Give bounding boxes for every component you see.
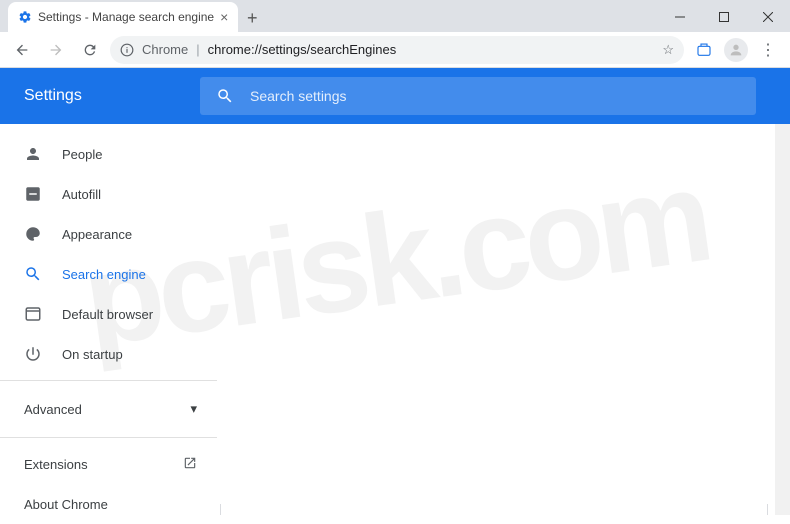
sidebar-label: Autofill <box>62 187 101 202</box>
divider <box>0 380 217 381</box>
url-host: Chrome <box>142 42 188 57</box>
external-link-icon <box>183 456 197 473</box>
chevron-down-icon: ▾ <box>190 401 197 417</box>
sidebar-label: Search engine <box>62 267 146 282</box>
extensions-label: Extensions <box>24 457 88 472</box>
sidebar-item-on-startup[interactable]: On startup <box>0 334 217 374</box>
sidebar-label: People <box>62 147 102 162</box>
menu-icon[interactable]: ⋮ <box>754 36 782 64</box>
sidebar-advanced[interactable]: Advanced ▾ <box>0 387 217 431</box>
autofill-icon <box>24 185 42 203</box>
sidebar-label: On startup <box>62 347 123 362</box>
divider <box>0 437 217 438</box>
page-title: Settings <box>24 87 200 105</box>
sidebar: People Autofill Appearance Search engine… <box>0 124 218 515</box>
tab-title: Settings - Manage search engine <box>38 10 214 24</box>
gear-icon <box>18 10 32 24</box>
search-settings-box[interactable] <box>200 77 756 115</box>
advanced-label: Advanced <box>24 402 82 417</box>
info-icon <box>120 43 134 57</box>
person-icon <box>24 145 42 163</box>
sidebar-item-people[interactable]: People <box>0 134 217 174</box>
about-label: About Chrome <box>24 497 108 512</box>
sidebar-item-appearance[interactable]: Appearance <box>0 214 217 254</box>
maximize-button[interactable] <box>702 2 746 32</box>
avatar[interactable] <box>724 38 748 62</box>
reload-button[interactable] <box>76 36 104 64</box>
extension-icon[interactable] <box>690 36 718 64</box>
browser-icon <box>24 305 42 323</box>
star-icon[interactable]: ☆ <box>662 42 674 58</box>
palette-icon <box>24 225 42 243</box>
search-icon <box>216 87 234 105</box>
sidebar-item-autofill[interactable]: Autofill <box>0 174 217 214</box>
content: Default search engines Search engine Key… <box>218 124 790 515</box>
close-window-button[interactable] <box>746 2 790 32</box>
titlebar: Settings - Manage search engine × + <box>0 0 790 32</box>
close-icon[interactable]: × <box>220 10 228 24</box>
sidebar-item-default-browser[interactable]: Default browser <box>0 294 217 334</box>
url-path: chrome://settings/searchEngines <box>208 42 397 57</box>
sidebar-extensions[interactable]: Extensions <box>0 444 217 484</box>
toolbar: Chrome | chrome://settings/searchEngines… <box>0 32 790 68</box>
power-icon <box>24 345 42 363</box>
sidebar-label: Default browser <box>62 307 153 322</box>
omnibox[interactable]: Chrome | chrome://settings/searchEngines… <box>110 36 684 64</box>
sidebar-about[interactable]: About Chrome <box>0 484 217 524</box>
minimize-button[interactable] <box>658 2 702 32</box>
sidebar-item-search-engine[interactable]: Search engine <box>0 254 217 294</box>
settings-header: Settings <box>0 68 790 124</box>
search-icon <box>24 265 42 283</box>
browser-tab[interactable]: Settings - Manage search engine × <box>8 2 238 32</box>
sidebar-label: Appearance <box>62 227 132 242</box>
search-input[interactable] <box>250 88 740 104</box>
back-button[interactable] <box>8 36 36 64</box>
forward-button[interactable] <box>42 36 70 64</box>
new-tab-button[interactable]: + <box>238 4 266 32</box>
default-engines-card: Default search engines Search engine Key… <box>220 504 768 515</box>
